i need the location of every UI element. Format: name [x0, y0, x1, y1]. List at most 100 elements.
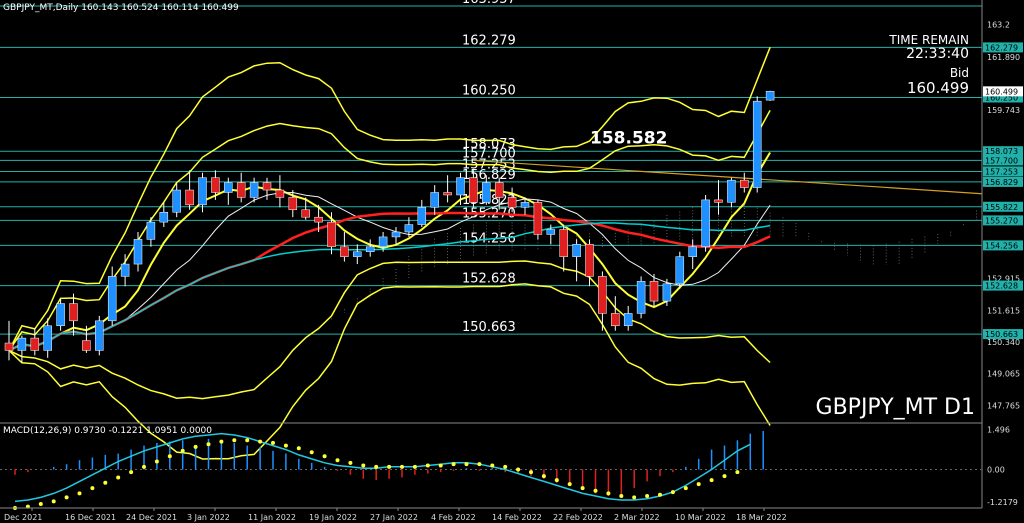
- price-tick-label: 163.2: [987, 21, 1010, 30]
- level-tag-label: 156.829: [985, 178, 1018, 187]
- level-tag-label: 154.256: [985, 241, 1018, 250]
- candle-bull: [17, 337, 27, 351]
- macd-signal-dot: [322, 454, 327, 459]
- candle-bull: [623, 313, 633, 327]
- price-tick-label: 149.065: [987, 370, 1020, 379]
- macd-signal-dot: [438, 463, 443, 468]
- level-label: 162.279: [462, 33, 516, 48]
- level-tag-label: 155.270: [985, 216, 1018, 225]
- macd-signal-dot: [735, 470, 740, 475]
- macd-signal-dot: [490, 463, 495, 468]
- price-tick-label: 161.890: [987, 53, 1020, 62]
- candle-bear: [211, 177, 220, 193]
- macd-signal-dot: [529, 470, 533, 475]
- candle-bull: [572, 244, 581, 257]
- candle-bear: [236, 182, 246, 198]
- macd-signal-dot: [232, 438, 237, 443]
- time-tick-label: 3 Jan 2022: [187, 513, 230, 522]
- candle-bull: [43, 325, 52, 351]
- macd-signal-dot: [77, 491, 82, 496]
- macd-signal-dot: [271, 440, 275, 445]
- macd-signal-dot: [258, 439, 263, 444]
- macd-signal-dot: [412, 464, 417, 469]
- candle-bear: [185, 189, 194, 206]
- macd-signal-dot: [180, 448, 185, 453]
- macd-tick-label: 1.496: [987, 426, 1010, 435]
- time-remain-label: TIME REMAIN: [888, 33, 969, 47]
- candle-bull: [378, 236, 388, 248]
- candle-bull: [430, 192, 439, 208]
- candle-bull: [456, 177, 465, 196]
- level-tag-label: 157.700: [985, 156, 1018, 165]
- candle-bear: [611, 313, 620, 327]
- candle-bull: [353, 251, 362, 257]
- macd-signal-dot: [645, 494, 650, 499]
- candle-bear: [649, 281, 659, 302]
- macd-signal-dot: [348, 460, 353, 465]
- symbol-label: GBPJPY_MT D1: [816, 395, 975, 420]
- candle-bear: [714, 199, 723, 203]
- time-tick-label: 19 Jan 2022: [309, 513, 357, 522]
- time-remain-value: 22:33:40: [906, 46, 969, 62]
- price-tick-label: 150.340: [987, 338, 1020, 347]
- macd-signal-dot: [670, 490, 675, 495]
- macd-signal-dot: [129, 470, 134, 475]
- candle-bull: [198, 177, 207, 206]
- candle-bull: [120, 263, 130, 277]
- candle-bear: [585, 244, 594, 277]
- macd-signal-dot: [541, 474, 546, 479]
- time-tick-label: 18 Mar 2022: [736, 513, 787, 522]
- candle-bear: [275, 189, 285, 198]
- candle-bear: [507, 197, 517, 208]
- time-tick-label: 11 Jan 2022: [248, 513, 296, 522]
- bid-label: Bid: [950, 66, 969, 80]
- macd-signal-dot: [103, 480, 108, 485]
- candle-bull: [636, 281, 646, 314]
- level-tag-label: 158.073: [985, 147, 1018, 156]
- macd-signal-dot: [335, 458, 340, 463]
- candle-bear: [288, 197, 298, 211]
- macd-signal-dot: [245, 438, 250, 443]
- candle-bull: [765, 91, 775, 101]
- macd-signal-dot: [516, 467, 521, 472]
- macd-signal-dot: [38, 502, 43, 507]
- time-tick-label: 24 Dec 2021: [126, 513, 177, 522]
- macd-signal-dot: [683, 486, 688, 491]
- candle-bear: [314, 216, 323, 223]
- macd-signal-dot: [206, 442, 211, 447]
- candle-bull: [391, 231, 401, 238]
- candle-bear: [262, 182, 272, 191]
- level-label: 163.957: [462, 0, 516, 7]
- macd-signal-dot: [580, 486, 585, 491]
- candle-bear: [30, 337, 40, 351]
- time-tick-label: 10 Mar 2022: [675, 513, 726, 522]
- macd-signal-dot: [619, 494, 624, 499]
- bid-value: 160.499: [907, 79, 969, 97]
- candle-bull: [662, 283, 672, 302]
- macd-signal-dot: [593, 488, 598, 493]
- macd-signal-dot: [64, 495, 69, 500]
- candle-bull: [146, 221, 156, 240]
- time-tick-label: 4 Feb 2022: [431, 513, 476, 522]
- macd-signal-dot: [387, 464, 392, 469]
- candle-bull: [701, 199, 710, 248]
- candle-bull: [95, 320, 104, 351]
- candle-bull: [133, 239, 143, 265]
- macd-signal-dot: [464, 462, 469, 467]
- candle-bear: [740, 179, 749, 188]
- candle-bull: [727, 179, 736, 203]
- candle-bull: [546, 229, 556, 235]
- candle-bull: [159, 211, 169, 223]
- macd-signal-dot: [361, 463, 366, 468]
- macd-signal-dot: [477, 462, 482, 467]
- candle-bear: [340, 246, 349, 257]
- level-tag-label: 152.628: [985, 282, 1018, 291]
- macd-signal-dot: [400, 464, 404, 469]
- candle-bull: [56, 303, 65, 327]
- candle-bear: [533, 202, 543, 235]
- macd-signal-dot: [309, 450, 314, 455]
- level-tag-label: 162.279: [985, 43, 1018, 52]
- macd-signal-dot: [374, 464, 379, 469]
- candle-bear: [494, 182, 504, 198]
- current-price-label: 160.499: [985, 87, 1018, 96]
